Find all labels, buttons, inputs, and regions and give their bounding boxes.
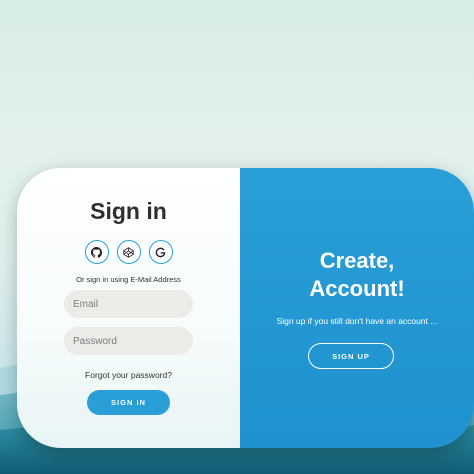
create-account-subtitle: Sign up if you still don't have an accou… (276, 316, 438, 326)
sign-in-button[interactable]: SIGN IN (87, 390, 170, 415)
create-account-title: Create, Account! (240, 247, 474, 303)
auth-card: Sign in Or sign in using E-Mail Address … (17, 168, 474, 448)
sign-up-button[interactable]: SIGN UP (308, 343, 394, 369)
email-input[interactable] (64, 290, 193, 318)
google-icon (155, 247, 166, 257)
sign-in-panel: Sign in Or sign in using E-Mail Address … (17, 168, 240, 448)
password-input[interactable] (64, 327, 193, 355)
github-icon (91, 246, 102, 258)
codepen-icon (123, 246, 134, 258)
github-login-button[interactable] (84, 240, 109, 264)
create-account-title-line1: Create, (319, 248, 395, 273)
create-account-title-line2: Account! (309, 276, 405, 301)
create-account-panel: Create, Account! Sign up if you still do… (240, 168, 474, 448)
google-login-button[interactable] (148, 240, 173, 264)
codepen-login-button[interactable] (116, 240, 141, 264)
forgot-password-link[interactable]: Forgot your password? (17, 370, 240, 380)
alt-sign-in-text: Or sign in using E-Mail Address (76, 275, 181, 284)
sign-in-title: Sign in (90, 198, 167, 224)
social-login-buttons (17, 240, 240, 264)
